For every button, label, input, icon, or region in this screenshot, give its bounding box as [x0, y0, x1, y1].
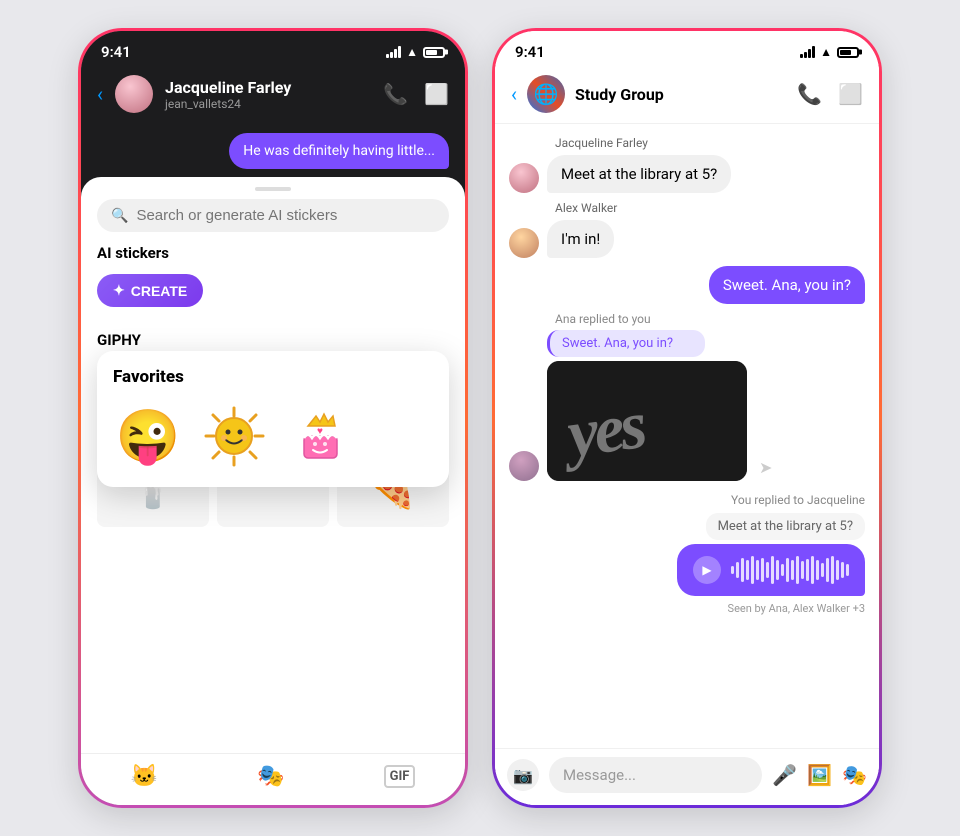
camera-button[interactable]: 📷	[507, 759, 539, 791]
jacqueline-bubble: Meet at the library at 5?	[547, 155, 731, 193]
gif-button[interactable]: GIF	[384, 765, 416, 788]
favorites-popup: Favorites 😜	[97, 351, 449, 487]
sticker-panel: 🔍 AI stickers ✦ CREATE GIPHY 🧘🏿	[81, 177, 465, 805]
reply-to-jacqueline-quote: Meet at the library at 5?	[706, 513, 865, 540]
create-label: CREATE	[131, 283, 188, 299]
contact-avatar	[115, 75, 153, 113]
svg-text:♥: ♥	[317, 426, 323, 437]
sun-sticker-svg	[202, 404, 267, 469]
scene: 9:41 ▲	[78, 28, 882, 808]
send-arrow-icon[interactable]: ➤	[759, 458, 772, 477]
chat-preview: He was definitely having little...	[81, 125, 465, 177]
right-time: 9:41	[515, 43, 545, 61]
back-button[interactable]: ‹	[97, 82, 103, 106]
ana-gif-bubble: yes	[547, 361, 747, 481]
jacqueline-sender-name: Jacqueline Farley	[509, 136, 865, 150]
wink-emoji: 😜	[116, 406, 181, 467]
msg-group-ana: Ana replied to you Sweet. Ana, you in? y…	[509, 312, 865, 485]
signal-icon	[386, 46, 401, 58]
contact-name: Jacqueline Farley	[165, 78, 371, 97]
giphy-label: GIPHY	[97, 331, 449, 349]
right-wifi-icon: ▲	[820, 45, 832, 59]
sent-bubble-1: Sweet. Ana, you in?	[709, 266, 865, 304]
right-phone: 9:41 ▲ ‹ 🌐 Study	[492, 28, 882, 808]
yes-gif-svg: yes	[547, 361, 747, 481]
group-avatar: 🌐	[527, 75, 565, 113]
cake-sticker-svg: ♥	[288, 404, 353, 469]
seen-label: Seen by Ana, Alex Walker +3	[509, 602, 865, 615]
battery-icon	[423, 47, 445, 58]
contact-info: Jacqueline Farley jean_vallets24	[165, 78, 371, 111]
favorite-sticker-1[interactable]: 😜	[113, 401, 183, 471]
microphone-icon[interactable]: 🎤	[772, 763, 797, 787]
ana-avatar	[509, 451, 539, 481]
search-icon: 🔍	[111, 208, 128, 224]
waveform	[731, 556, 849, 584]
left-chat-header: ‹ Jacqueline Farley jean_vallets24 📞 ⬜	[81, 67, 465, 125]
sticker-pack-icon[interactable]: 🎭	[257, 764, 284, 789]
play-button[interactable]: ▶	[693, 556, 721, 584]
right-battery-icon	[837, 47, 859, 58]
sticker-face-icon[interactable]: 🐱	[131, 764, 158, 789]
ai-stickers-label: AI stickers	[81, 244, 465, 270]
drag-handle[interactable]	[255, 187, 291, 191]
create-button[interactable]: ✦ CREATE	[97, 274, 203, 307]
right-back-button[interactable]: ‹	[511, 82, 517, 106]
favorite-sticker-3[interactable]: ♥	[285, 401, 355, 471]
left-status-icons: ▲	[386, 45, 445, 59]
msg-row-jacqueline: Meet at the library at 5?	[509, 155, 865, 193]
alex-sender-name: Alex Walker	[509, 201, 865, 215]
you-replied-section: You replied to Jacqueline Meet at the li…	[509, 493, 865, 615]
right-status-icons: ▲	[800, 45, 859, 59]
you-replied-label: You replied to Jacqueline	[509, 493, 865, 507]
sticker-icon[interactable]: 🎭	[842, 763, 867, 787]
jacqueline-avatar	[509, 163, 539, 193]
left-header-icons: 📞 ⬜	[383, 82, 449, 106]
group-name: Study Group	[575, 85, 787, 104]
left-phone-wrapper: 9:41 ▲	[78, 28, 468, 808]
right-phone-screen: 9:41 ▲ ‹ 🌐 Study	[495, 31, 879, 805]
alex-bubble: I'm in!	[547, 220, 614, 258]
alex-avatar	[509, 228, 539, 258]
right-signal-icon	[800, 46, 815, 58]
msg-row-sent-1: Sweet. Ana, you in?	[509, 266, 865, 304]
right-phone-icon[interactable]: 📞	[797, 82, 822, 106]
right-status-bar: 9:41 ▲	[495, 31, 879, 67]
sticker-toolbar: 🐱 🎭 GIF	[81, 753, 465, 805]
msg-row-alex: I'm in!	[509, 220, 865, 258]
msg-group-jacqueline: Jacqueline Farley Meet at the library at…	[509, 136, 865, 193]
ana-reply-content: Sweet. Ana, you in? yes ➤	[547, 330, 772, 481]
ana-gif-row: yes ➤	[547, 361, 772, 481]
ana-reply-row: Sweet. Ana, you in? yes ➤	[509, 330, 865, 481]
right-video-icon[interactable]: ⬜	[838, 82, 863, 106]
message-input-bar: 📷 Message... 🎤 🖼️ 🎭	[495, 748, 879, 805]
sparkle-icon: ✦	[113, 282, 125, 299]
sent-bubble-preview: He was definitely having little...	[229, 133, 449, 169]
image-icon[interactable]: 🖼️	[807, 763, 832, 787]
favorite-sticker-2[interactable]	[199, 401, 269, 471]
messages-area: Jacqueline Farley Meet at the library at…	[495, 124, 879, 748]
wifi-icon: ▲	[406, 45, 418, 59]
message-input-placeholder[interactable]: Message...	[549, 757, 762, 793]
video-icon[interactable]: ⬜	[424, 82, 449, 106]
favorites-stickers-row: 😜	[113, 401, 433, 471]
group-chat-header: ‹ 🌐 Study Group 📞 ⬜	[495, 67, 879, 124]
msg-group-alex: Alex Walker I'm in!	[509, 201, 865, 258]
ana-reply-quote: Sweet. Ana, you in?	[547, 330, 705, 357]
left-time: 9:41	[101, 43, 131, 61]
left-status-bar: 9:41 ▲	[81, 31, 465, 67]
right-header-actions: 📞 ⬜	[797, 82, 863, 106]
phone-icon[interactable]: 📞	[383, 82, 408, 106]
sticker-search-bar[interactable]: 🔍	[97, 199, 449, 232]
voice-message-bubble: ▶	[677, 544, 865, 596]
ana-reply-context: Ana replied to you	[509, 312, 865, 326]
contact-sub: jean_vallets24	[165, 97, 371, 111]
favorites-title: Favorites	[113, 367, 433, 387]
sticker-search-input[interactable]	[136, 207, 435, 224]
left-phone: 9:41 ▲	[78, 28, 468, 808]
